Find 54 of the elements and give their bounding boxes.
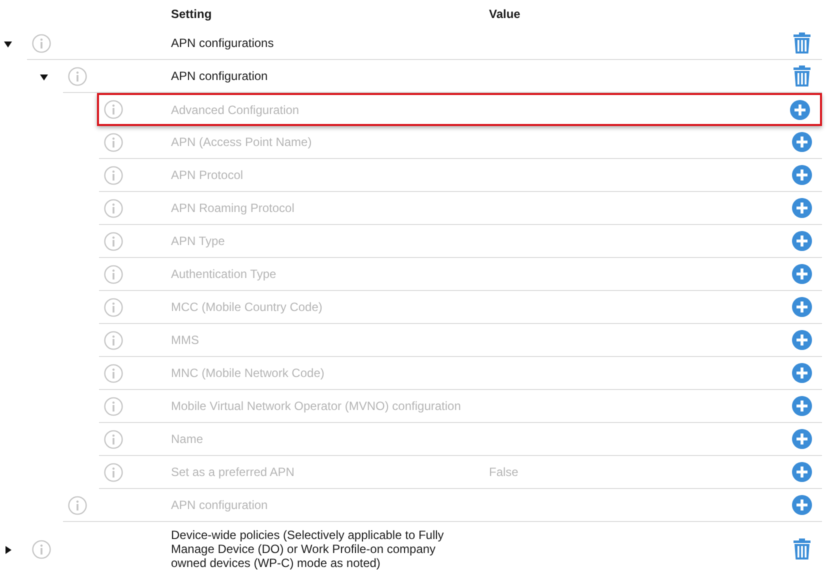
column-header: Setting — [171, 6, 213, 20]
setting-name: Name — [171, 432, 204, 446]
table-row[interactable]: Mobile Virtual Network Operator (MVNO) configuration — [99, 390, 822, 423]
setting-name: APN (Access Point Name) — [171, 135, 312, 149]
add-icon[interactable] — [792, 429, 812, 449]
setting-name: Set as a preferred APN — [171, 465, 294, 479]
table-row[interactable]: APN (Access Point Name) — [99, 126, 822, 159]
table-row[interactable]: MMS — [99, 324, 822, 357]
delete-icon[interactable] — [793, 32, 811, 54]
add-icon[interactable] — [792, 198, 812, 218]
add-icon[interactable] — [792, 462, 812, 482]
setting-name: APN Protocol — [171, 168, 244, 182]
add-icon[interactable] — [792, 396, 812, 416]
setting-name: Authentication Type — [171, 267, 276, 281]
add-icon[interactable] — [792, 297, 812, 317]
table-row[interactable]: Device-wide policies (Selectively applicable to Fully Manage Device (DO) or Work Profile-on company owned devices (WP-C) mode as noted) — [27, 522, 822, 571]
table-row[interactable]: APN configurations — [27, 27, 822, 60]
add-icon[interactable] — [792, 363, 812, 383]
setting-name: MNC (Mobile Network Code) — [171, 366, 324, 380]
column-header: Value — [489, 6, 520, 20]
collapsed-arrow-icon[interactable] — [4, 546, 12, 554]
delete-icon[interactable] — [793, 538, 811, 560]
add-icon[interactable] — [792, 132, 812, 152]
add-icon[interactable] — [792, 231, 812, 251]
setting-name: MCC (Mobile Country Code) — [171, 300, 322, 314]
add-icon[interactable] — [792, 330, 812, 350]
setting-name: APN Roaming Protocol — [171, 201, 294, 215]
table-row[interactable]: MCC (Mobile Country Code) — [99, 291, 822, 324]
setting-name: APN configuration — [171, 69, 268, 83]
setting-name: APN configurations — [171, 36, 274, 50]
table-row[interactable]: MNC (Mobile Network Code) — [99, 357, 822, 390]
table-row[interactable]: APN configuration — [63, 489, 822, 522]
setting-name: Mobile Virtual Network Operator (MVNO) configuration — [171, 399, 461, 413]
add-icon[interactable] — [790, 100, 810, 120]
add-icon[interactable] — [792, 495, 812, 515]
setting-name: Device-wide policies (Selectively applicable to Fully Manage Device (DO) or Work Profile-on company owned devices (WP-C) mode as noted) — [171, 528, 445, 570]
setting-name: APN configuration — [171, 498, 268, 512]
table-row[interactable]: APN configuration — [63, 60, 822, 93]
add-icon[interactable] — [792, 264, 812, 284]
expanded-arrow-icon[interactable] — [40, 72, 48, 80]
setting-value: False — [489, 465, 518, 479]
table-row[interactable]: APN Protocol — [99, 159, 822, 192]
table-row[interactable]: APN Roaming Protocol — [99, 192, 822, 225]
setting-name: MMS — [171, 333, 199, 347]
add-icon[interactable] — [792, 165, 812, 185]
table-row[interactable]: Set as a preferred APN False — [99, 456, 822, 489]
table-row[interactable]: Name — [99, 423, 822, 456]
delete-icon[interactable] — [793, 65, 811, 87]
setting-name: Advanced Configuration — [171, 102, 300, 116]
setting-name: APN Type — [171, 234, 225, 248]
table-row[interactable]: Authentication Type — [99, 258, 822, 291]
expanded-arrow-icon[interactable] — [4, 40, 12, 48]
selected-row[interactable]: Advanced Configuration — [97, 93, 822, 126]
table-row[interactable]: APN Type — [99, 225, 822, 258]
